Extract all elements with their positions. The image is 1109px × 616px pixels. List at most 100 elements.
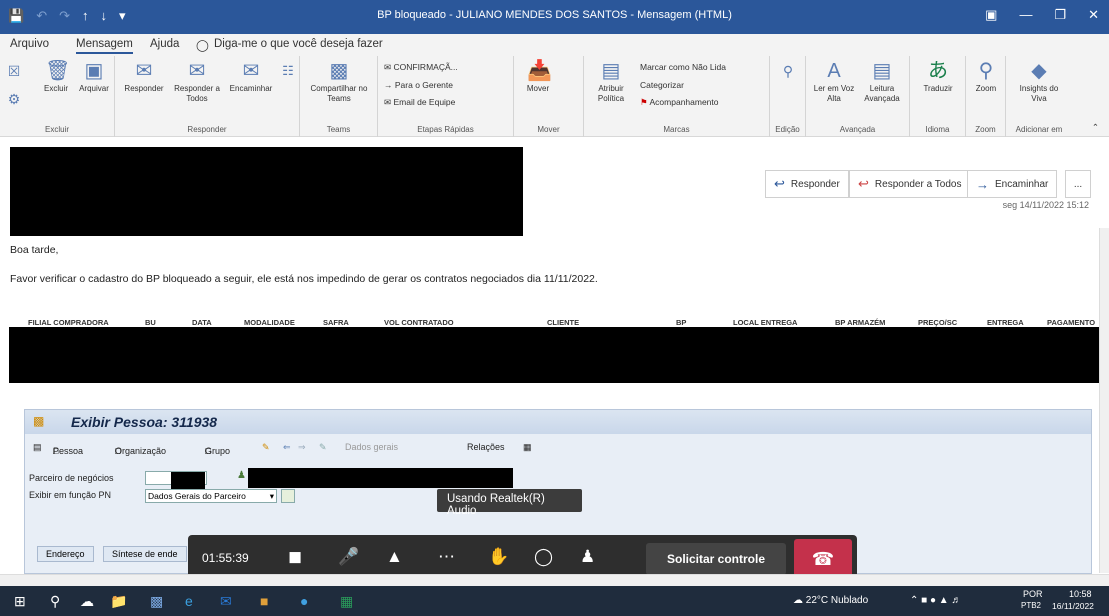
sap-table-icon[interactable]: ▦ <box>523 442 532 453</box>
excel-icon[interactable]: ▦ <box>340 593 353 610</box>
widgets-icon[interactable]: ☁ <box>80 593 94 610</box>
app-icon[interactable]: ■ <box>260 593 268 609</box>
ribbon-display-icon[interactable]: ▣ <box>985 7 997 23</box>
ignore-icon[interactable]: ☒ <box>6 60 22 84</box>
quickstep-confirmacao[interactable]: ✉ CONFIRMAÇÃ... <box>384 62 458 73</box>
restore-button[interactable]: ❐ <box>1054 7 1066 23</box>
sap-search-icon[interactable] <box>281 489 295 503</box>
reply-all-action-button[interactable]: ↩ Responder a Todos <box>849 170 971 198</box>
chevron-down-icon: ▾ <box>269 491 274 501</box>
forward-arrow-icon: → <box>976 176 989 192</box>
arrow-right-icon: → <box>384 80 395 90</box>
quickstep-gerente[interactable]: → Para o Gerente <box>384 80 453 90</box>
reply-all-icon: ✉ <box>188 60 206 82</box>
table-header: LOCAL ENTREGA <box>733 318 798 327</box>
weather-widget[interactable]: ☁ 22°C Nublado <box>793 595 868 606</box>
table-header: SAFRA <box>323 318 349 327</box>
reply-all-button[interactable]: ✉ Responder a Todos <box>171 60 223 104</box>
phone-hangup-icon: ☎ <box>811 549 835 569</box>
reply-button[interactable]: ✉ Responder <box>121 60 167 94</box>
archive-button[interactable]: ▣ Arquivar <box>76 60 112 94</box>
hang-up-button[interactable]: ☎ <box>794 539 852 579</box>
search-icon[interactable]: ⚲ <box>50 593 60 610</box>
assign-policy-button[interactable]: ▤ Atribuir Política <box>588 60 634 104</box>
sap-tab-sintese[interactable]: Síntese de ende <box>103 546 187 562</box>
move-button[interactable]: 📥 Mover <box>520 60 556 94</box>
tell-me-search[interactable]: Diga-me o que você deseja fazer <box>214 38 383 50</box>
group-excluir: ☒ ⚙ 🗑 Excluir ▣ Arquivar Excluir <box>0 56 115 137</box>
sap-edit-icon[interactable]: ✎ <box>262 442 270 453</box>
followup-button[interactable]: ⚑ Acompanhamento <box>640 97 719 108</box>
tab-arquivo[interactable]: Arquivo <box>10 38 49 50</box>
mark-unread-button[interactable]: Marcar como Não Lida <box>640 62 726 72</box>
windows-start-icon[interactable]: ⊞ <box>14 593 26 610</box>
teams-taskbar-icon[interactable]: ▩ <box>150 593 163 610</box>
sap-display-icon[interactable]: ▤ <box>33 442 42 453</box>
file-explorer-icon[interactable]: 📁 <box>110 593 127 610</box>
read-aloud-button[interactable]: A Ler em Voz Alta <box>812 60 856 104</box>
delete-button[interactable]: 🗑 Excluir <box>38 60 74 94</box>
move-icon: 📥 <box>527 60 552 82</box>
sap-relacoes-button[interactable]: Relações <box>467 442 505 452</box>
participants-icon[interactable]: ♟ <box>580 547 595 567</box>
forward-button[interactable]: ✉ Encaminhar <box>225 60 277 94</box>
sap-dados-gerais-button[interactable]: Dados gerais <box>345 442 398 452</box>
flag-icon: ⚑ <box>640 97 650 107</box>
reply-action-button[interactable]: ↩ Responder <box>765 170 849 198</box>
greeting-text: Boa tarde, <box>10 244 59 256</box>
sap-exibir-select[interactable]: Dados Gerais do Parceiro ▾ <box>145 489 277 503</box>
immersive-reader-button[interactable]: ▤ Leitura Avançada <box>858 60 906 104</box>
redacted-partner-name <box>248 468 513 488</box>
trash-icon: 🗑 <box>45 60 71 82</box>
table-header: FILIAL COMPRADORA <box>28 318 109 327</box>
microphone-icon[interactable]: 🎤 <box>338 547 359 567</box>
close-button[interactable]: ✕ <box>1088 7 1099 23</box>
edge-icon[interactable]: e <box>185 593 193 609</box>
junk-icon[interactable]: ⚙ <box>6 88 22 112</box>
zoom-button[interactable]: ⚲ Zoom <box>970 60 1002 94</box>
clock-date[interactable]: 16/11/2022 <box>1052 601 1094 611</box>
table-header: MODALIDADE <box>244 318 295 327</box>
reply-all-arrow-icon: ↩ <box>858 176 869 191</box>
share-teams-button[interactable]: ▩ Compartilhar no Teams <box>306 60 372 104</box>
lang-indicator[interactable]: POR <box>1023 589 1043 599</box>
teams-icon: ▩ <box>329 60 349 82</box>
tab-ajuda[interactable]: Ajuda <box>150 38 179 50</box>
table-header: CLIENTE <box>547 318 580 327</box>
raise-hand-icon[interactable]: ✋ <box>488 547 509 567</box>
read-aloud-icon: A <box>827 60 841 82</box>
insights-button[interactable]: ◆ Insights do Viva <box>1014 60 1064 104</box>
more-options-icon[interactable]: ⋯ <box>438 547 455 567</box>
table-header: DATA <box>192 318 212 327</box>
translate-button[interactable]: あ Traduzir <box>916 60 960 94</box>
sap-back-icon[interactable]: ⇐ <box>283 442 291 453</box>
sap-tab-endereco[interactable]: Endereço <box>37 546 94 562</box>
tray-icons[interactable]: ⌃ ■ ● ▲ ♬ <box>910 595 961 606</box>
lang-indicator-2[interactable]: PTB2 <box>1021 601 1041 610</box>
forward-action-button[interactable]: → Encaminhar <box>967 170 1058 198</box>
find-icon[interactable]: ⚲ <box>778 60 798 84</box>
outlook-icon[interactable]: ✉ <box>220 593 232 610</box>
collapse-ribbon-icon[interactable]: ⌃ <box>1092 122 1099 133</box>
quickstep-equipe[interactable]: ✉ Email de Equipe <box>384 97 455 108</box>
group-avancada: A Ler em Voz Alta ▤ Leitura Avançada Avanç… <box>806 56 910 137</box>
sap-dados-gerais-icon[interactable]: ✎ <box>319 442 327 453</box>
more-actions-button[interactable]: ... <box>1065 170 1091 198</box>
chat-icon[interactable]: ◯ <box>534 547 553 567</box>
menu-bar: Arquivo Mensagem Ajuda ◯ Diga-me o que v… <box>0 34 1109 56</box>
meeting-icon[interactable]: ☷ <box>279 60 297 84</box>
clock-time[interactable]: 10:58 <box>1069 589 1092 599</box>
share-screen-icon[interactable]: ▲ <box>386 547 403 567</box>
camera-icon[interactable]: ◼ <box>288 547 302 567</box>
browser-icon[interactable]: ● <box>300 593 308 609</box>
group-etapas-rapidas: ✉ CONFIRMAÇÃ... → Para o Gerente ✉ Email… <box>378 56 514 137</box>
request-control-button[interactable]: Solicitar controle <box>646 543 786 575</box>
sap-forward-icon[interactable]: ⇒ <box>298 442 306 453</box>
horizontal-scrollbar[interactable] <box>0 574 1109 586</box>
group-idioma: あ Traduzir Idioma <box>910 56 966 137</box>
vertical-scrollbar[interactable] <box>1099 228 1109 573</box>
tab-mensagem[interactable]: Mensagem <box>76 38 133 54</box>
group-mover: 📥 Mover Mover <box>514 56 584 137</box>
categorize-button[interactable]: Categorizar <box>640 80 684 90</box>
minimize-button[interactable]: — <box>1019 7 1032 23</box>
